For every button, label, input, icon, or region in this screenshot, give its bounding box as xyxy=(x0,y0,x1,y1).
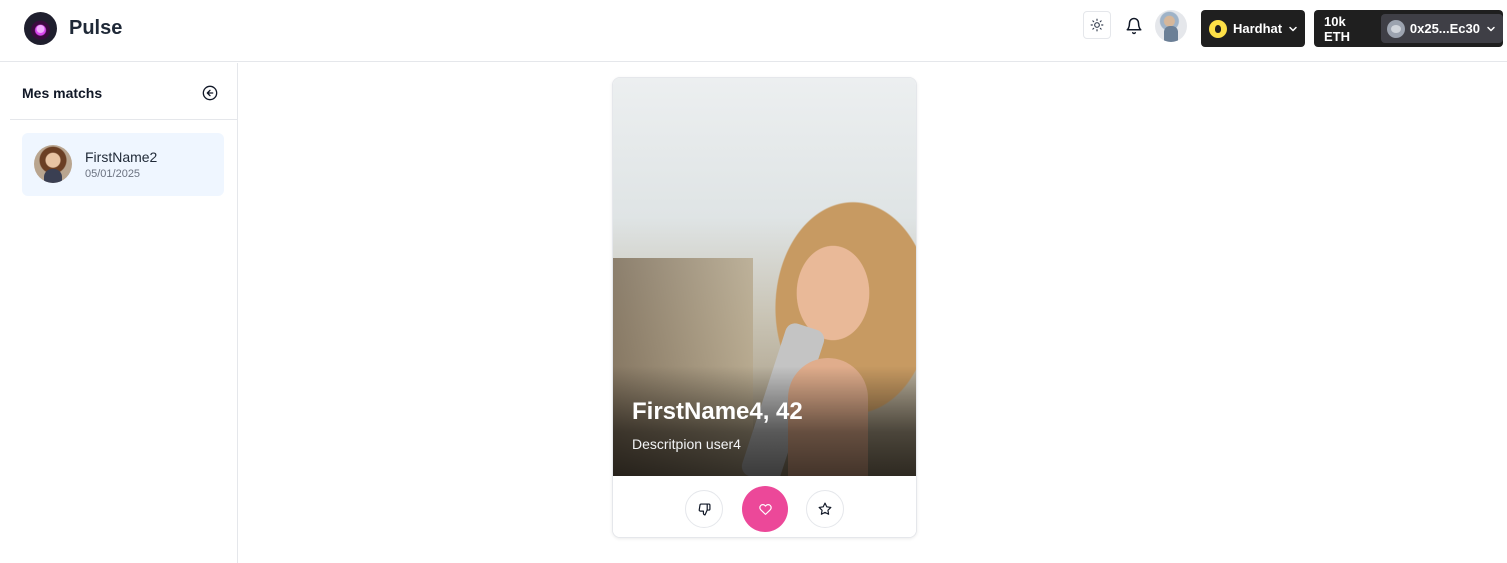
chevron-down-icon xyxy=(1485,23,1497,35)
profile-photo: FirstName4, 42 Descritpion user4 xyxy=(613,78,916,476)
match-list-item[interactable]: FirstName2 05/01/2025 xyxy=(22,133,224,196)
sun-icon xyxy=(1090,18,1104,32)
profile-actions xyxy=(613,476,916,537)
arrow-left-circle-icon xyxy=(202,85,218,101)
profile-card[interactable]: FirstName4, 42 Descritpion user4 xyxy=(612,77,917,538)
profile-name-age: FirstName4, 42 xyxy=(632,398,803,425)
user-avatar[interactable] xyxy=(1155,10,1187,42)
match-name: FirstName2 xyxy=(85,149,158,165)
notifications-button[interactable] xyxy=(1122,14,1146,38)
eth-balance: 10k ETH xyxy=(1324,13,1350,44)
chevron-down-icon xyxy=(1287,23,1299,35)
sidebar-divider xyxy=(10,119,237,120)
thumbs-down-icon xyxy=(698,502,711,516)
sidebar-title: Mes matchs xyxy=(22,85,103,101)
top-header: Pulse Hardhat 10k ETH 0x25...Ec30 xyxy=(0,0,1507,62)
heart-icon xyxy=(758,503,772,515)
network-label: Hardhat xyxy=(1233,21,1283,36)
match-avatar xyxy=(34,145,72,183)
match-date: 05/01/2025 xyxy=(85,168,141,180)
like-button[interactable] xyxy=(742,486,788,532)
theme-toggle-button[interactable] xyxy=(1083,11,1111,39)
hardhat-network-icon xyxy=(1209,19,1227,38)
account-avatar-icon xyxy=(1386,19,1405,38)
bell-icon xyxy=(1126,17,1142,35)
favorite-button[interactable] xyxy=(806,490,844,528)
dislike-button[interactable] xyxy=(685,490,723,528)
account-address-pill[interactable]: 0x25...Ec30 xyxy=(1380,14,1503,43)
network-selector-button[interactable]: Hardhat xyxy=(1201,10,1305,47)
profile-description: Descritpion user4 xyxy=(632,436,741,452)
star-icon xyxy=(818,502,832,515)
app-name[interactable]: Pulse xyxy=(69,17,122,40)
account-address: 0x25...Ec30 xyxy=(1409,21,1480,36)
pulse-logo-icon[interactable] xyxy=(24,12,57,45)
matches-sidebar: Mes matchs FirstName2 05/01/2025 xyxy=(0,63,238,563)
account-button[interactable]: 10k ETH 0x25...Ec30 xyxy=(1314,10,1503,47)
collapse-sidebar-button[interactable] xyxy=(200,83,220,103)
